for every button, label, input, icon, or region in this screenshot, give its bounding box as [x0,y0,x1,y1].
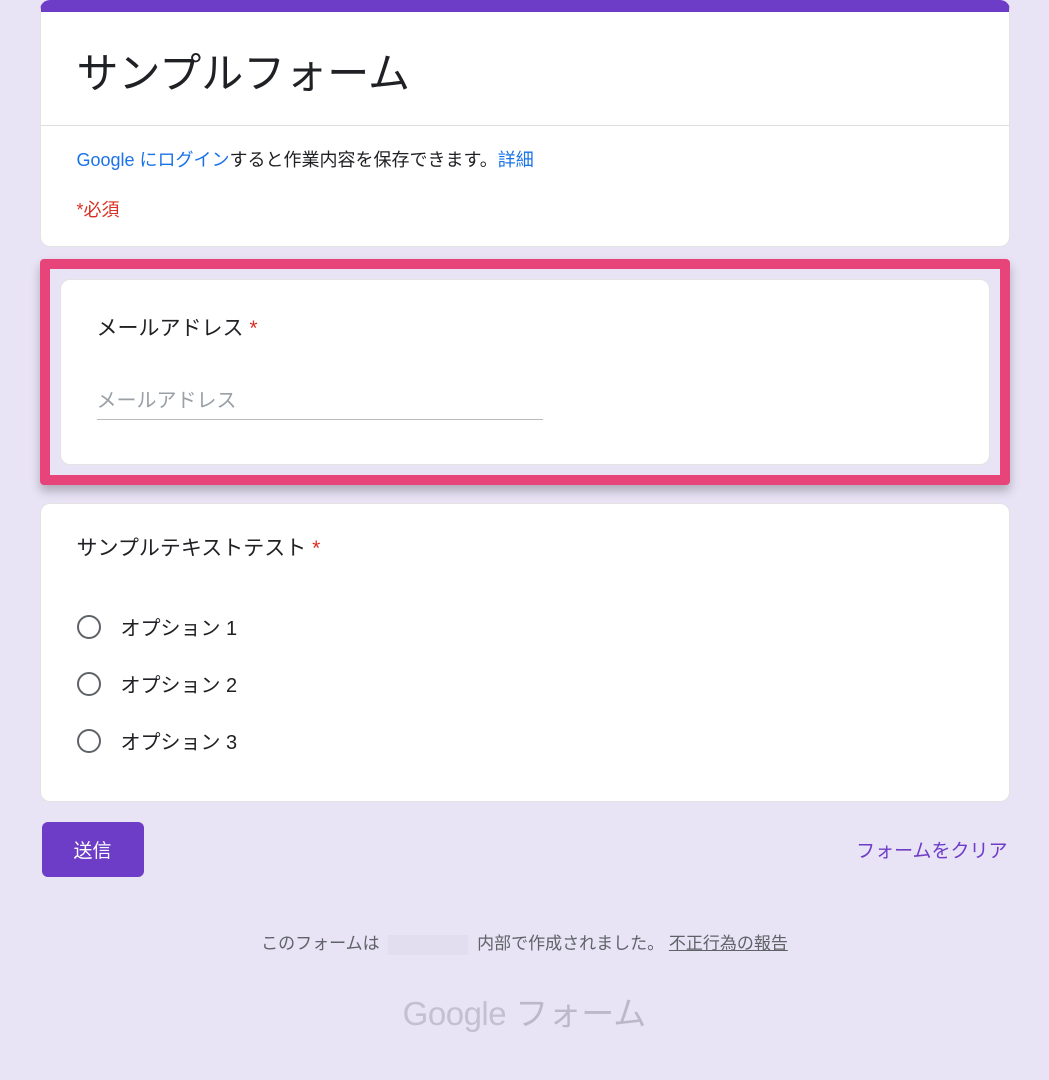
radio-option-label: オプション 2 [121,669,238,698]
email-input[interactable] [97,386,543,420]
radio-option-1[interactable]: オプション 1 [77,598,973,655]
google-login-link[interactable]: Google にログイン [77,150,230,170]
detail-link[interactable]: 詳細 [498,150,534,170]
clear-form-link[interactable]: フォームをクリア [856,836,1007,863]
form-title: サンプルフォーム [77,40,973,101]
forms-product-text: フォーム [506,995,646,1032]
submit-button[interactable]: 送信 [42,822,144,877]
redacted-org-name [388,935,468,955]
footer-suffix: 内部で作成されました。 [477,934,664,953]
footer-disclaimer: このフォームは 内部で作成されました。 不正行為の報告 [40,929,1010,955]
required-asterisk-icon: * [249,317,257,340]
radio-icon [77,729,101,753]
email-highlight-box: メールアドレス * [40,259,1010,485]
email-question-card: メールアドレス * [60,279,990,465]
radio-question-card: サンプルテキストテスト * オプション 1 オプション 2 オプション 3 [40,503,1010,802]
radio-option-2[interactable]: オプション 2 [77,655,973,712]
form-header-card: サンプルフォーム [40,0,1010,126]
radio-icon [77,615,101,639]
radio-option-label: オプション 3 [121,726,238,755]
google-forms-brand[interactable]: Google フォーム [40,987,1010,1035]
form-container: サンプルフォーム Google にログインすると作業内容を保存できます。詳細 *… [40,0,1010,1035]
radio-icon [77,672,101,696]
footer-prefix: このフォームは [261,934,380,953]
login-suffix-text: すると作業内容を保存できます。 [230,150,498,170]
actions-row: 送信 フォームをクリア [40,822,1010,877]
radio-option-label: オプション 1 [121,612,238,641]
radio-question-label: サンプルテキストテスト * [77,532,973,562]
required-asterisk-icon: * [312,537,320,560]
required-indicator-note: *必須 [77,196,973,222]
email-question-label: メールアドレス * [97,312,953,342]
login-info-line: Google にログインすると作業内容を保存できます。詳細 [77,146,973,172]
report-abuse-link[interactable]: 不正行為の報告 [669,934,788,953]
email-label-text: メールアドレス [97,317,244,340]
form-info-section: Google にログインすると作業内容を保存できます。詳細 *必須 [40,126,1010,247]
google-logo-icon: Google [403,995,506,1032]
radio-option-3[interactable]: オプション 3 [77,712,973,769]
radio-label-text: サンプルテキストテスト [77,537,307,560]
